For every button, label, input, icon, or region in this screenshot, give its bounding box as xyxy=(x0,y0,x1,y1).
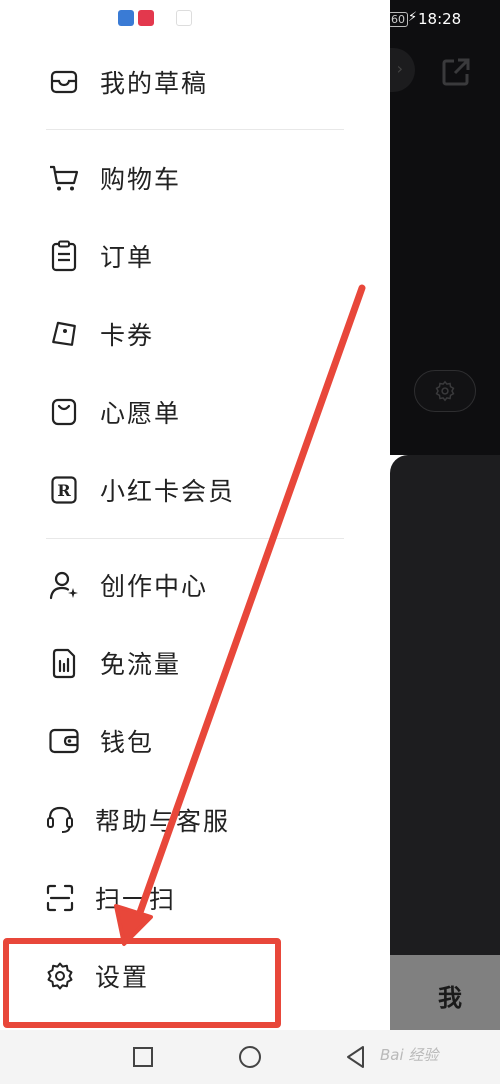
annotation-arrow xyxy=(114,284,366,946)
annotation-highlight-box xyxy=(3,938,281,1028)
